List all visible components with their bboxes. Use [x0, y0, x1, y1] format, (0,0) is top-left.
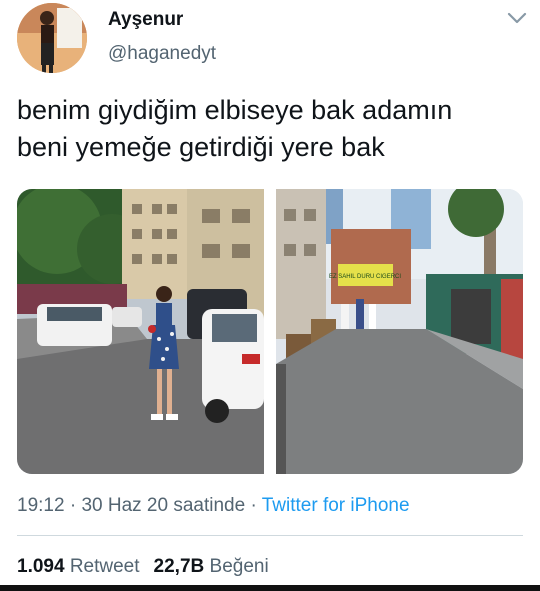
tweet-meta: 19:12 · 30 Haz 20 saatinde · Twitter for…	[17, 495, 410, 517]
tweet-source-link[interactable]: Twitter for iPhone	[262, 495, 410, 516]
avatar[interactable]	[17, 3, 87, 73]
tweet-date[interactable]: 30 Haz 20 saatinde	[81, 495, 245, 516]
tweet-text-line: beni yemeğe getirdiği yere bak	[17, 132, 385, 162]
like-count: 22,7B	[153, 556, 205, 577]
separator-dot: ·	[245, 495, 262, 516]
retweet-stat[interactable]: 1.094 Retweet	[17, 556, 140, 577]
photo-street-restaurant[interactable]: EZ SAHIL DURU CIGERCI	[276, 189, 523, 474]
chevron-down-icon[interactable]	[506, 10, 528, 26]
avatar-image	[17, 3, 87, 73]
divider	[17, 535, 523, 536]
tweet-text: benim giydiğim elbiseye bak adamın beni …	[17, 92, 522, 166]
sign-text: EZ SAHIL DURU CIGERCI	[329, 274, 401, 280]
like-label: Beğeni	[209, 556, 269, 577]
user-handle[interactable]: @haganedyt	[108, 43, 216, 65]
bottom-border	[0, 585, 540, 591]
retweet-label: Retweet	[69, 556, 140, 577]
display-name[interactable]: Ayşenur	[108, 9, 183, 31]
tweet-stats: 1.094 Retweet 22,7B Beğeni	[17, 556, 269, 578]
separator-dot: ·	[64, 495, 82, 516]
tweet-media[interactable]: EZ SAHIL DURU CIGERCI	[17, 189, 523, 474]
tweet-text-line: benim giydiğim elbiseye bak adamın	[17, 95, 453, 125]
retweet-count: 1.094	[17, 556, 65, 577]
tweet-time[interactable]: 19:12	[17, 495, 65, 516]
like-stat[interactable]: 22,7B Beğeni	[154, 556, 269, 577]
photo-street-woman[interactable]	[17, 189, 264, 474]
